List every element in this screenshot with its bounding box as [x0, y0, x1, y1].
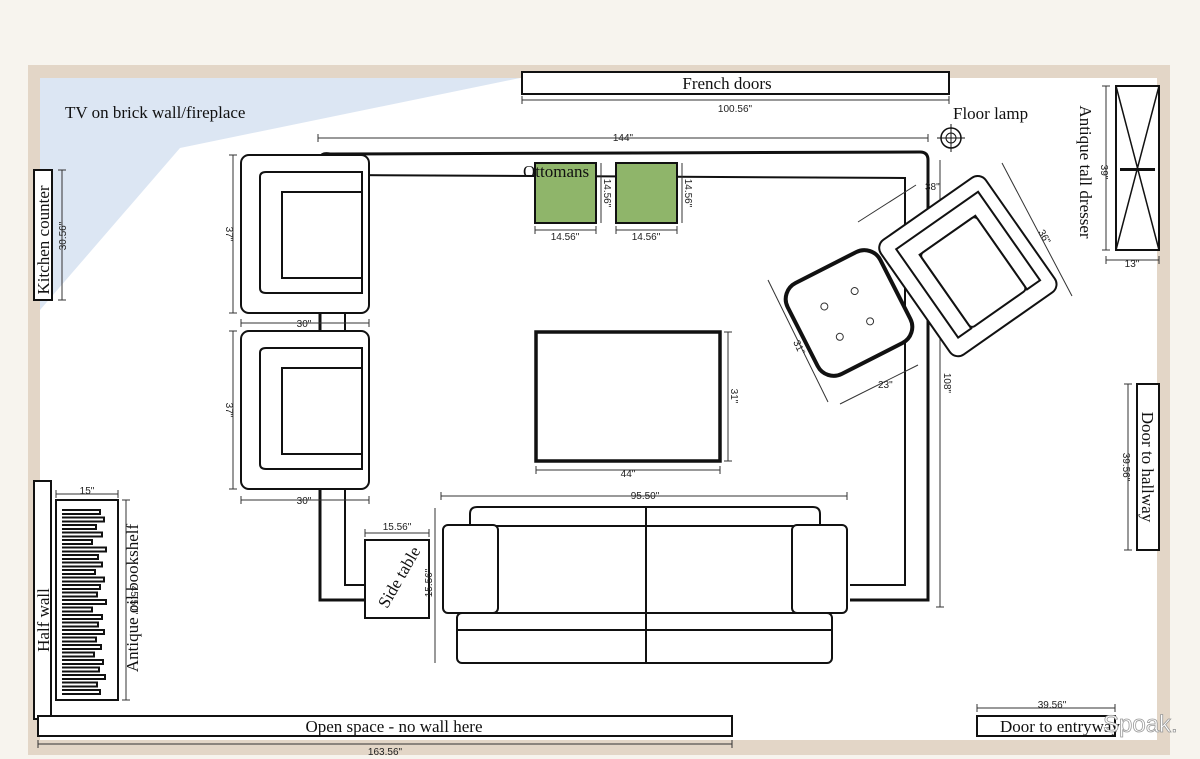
pouf-width-text: 23"	[878, 380, 893, 391]
armchair-1-height-text: 37"	[223, 227, 234, 242]
door-hallway-label: Door to hallway	[1138, 412, 1157, 523]
dresser-height-text: 39"	[1098, 165, 1109, 180]
door-hallway-dim-text: 39.56"	[1120, 453, 1131, 482]
bookshelf-width-text: 15"	[80, 486, 95, 497]
ottoman-1-width-text: 14.56"	[551, 232, 580, 243]
french-doors-label: French doors	[682, 74, 771, 93]
floor-plan: TV on brick wall/fireplace French doors …	[28, 65, 1178, 758]
kitchen-counter-dim-text: 30.56"	[58, 221, 69, 250]
coffee-table-height-text: 31"	[728, 389, 739, 404]
bookshelf-height-text: 45.50"	[128, 586, 139, 615]
armchair-2-height-text: 37"	[223, 403, 234, 418]
armchair-1	[240, 154, 370, 314]
side-table-height-text: 15.56"	[424, 568, 435, 597]
spoak-watermark: Spoak.	[1103, 711, 1178, 738]
antique-dresser-label: Antique tall dresser	[1076, 105, 1095, 238]
armchair-2-width-text: 30"	[297, 496, 312, 507]
recliner-width-text: 38"	[925, 182, 940, 193]
antique-dresser	[1115, 85, 1160, 251]
rug-height-text: 108"	[941, 373, 952, 394]
tv-label: TV on brick wall/fireplace	[65, 103, 245, 122]
entry-dim-text: 39.56"	[1038, 700, 1067, 711]
floor-lamp-label: Floor lamp	[953, 104, 1028, 123]
ottoman-2-width-text: 14.56"	[632, 232, 661, 243]
coffee-table-width-text: 44"	[621, 469, 636, 480]
half-wall-label: Half wall	[34, 588, 53, 652]
ottoman-2-height-text: 14.56"	[682, 179, 693, 208]
armchair-1-width-text: 30"	[297, 319, 312, 330]
rug-width-text: 144"	[613, 133, 634, 144]
dresser-width-text: 13"	[1125, 259, 1140, 270]
ottomans-label: Ottomans	[523, 162, 589, 181]
open-space-label: Open space - no wall here	[305, 717, 482, 736]
bookshelf	[55, 499, 119, 701]
side-table-width-text: 15.56"	[383, 522, 412, 533]
ottoman-1-height-text: 14.56"	[601, 179, 612, 208]
french-doors-dim-text: 100.56"	[718, 104, 753, 115]
kitchen-counter-label: Kitchen counter	[34, 185, 53, 294]
armchair-2	[240, 330, 370, 490]
room-width-text: 163.56"	[368, 747, 403, 758]
ottoman-2	[615, 162, 678, 224]
coffee-table	[534, 330, 722, 463]
sofa-dim-text: 95.50"	[631, 491, 660, 502]
